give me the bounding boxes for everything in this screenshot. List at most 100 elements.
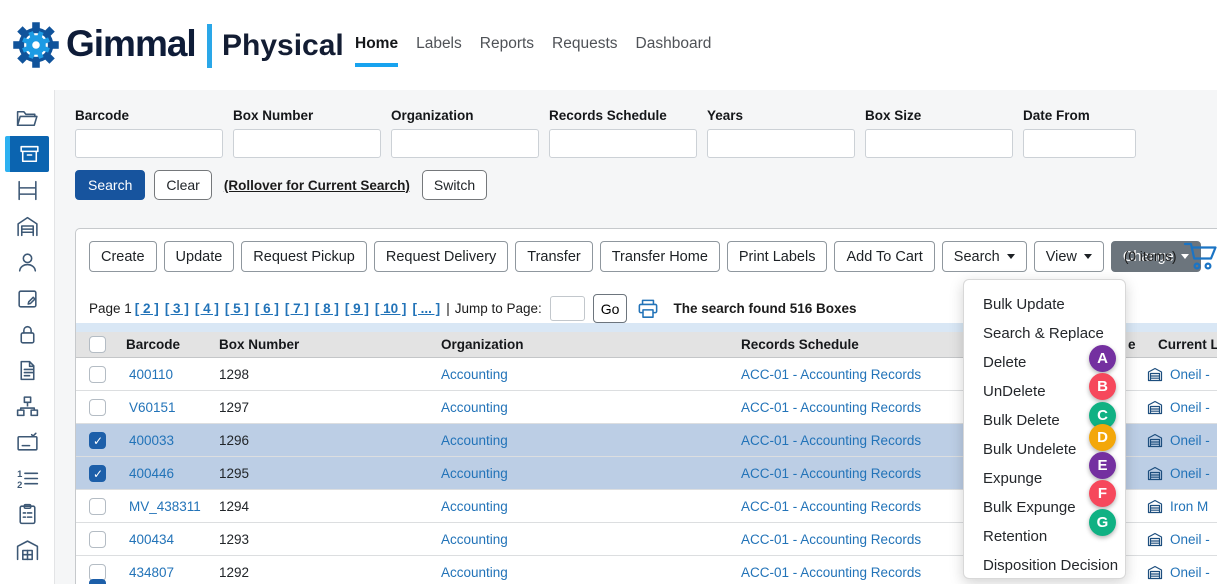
nav-dashboard[interactable]: Dashboard <box>636 35 712 67</box>
sidebar-item-security[interactable] <box>0 316 55 352</box>
organization-link[interactable]: Accounting <box>441 457 508 490</box>
barcode-link[interactable]: 400434 <box>129 523 174 556</box>
records-schedule-input[interactable] <box>549 129 697 158</box>
column-current-location[interactable]: Current Lo <box>1158 332 1217 358</box>
sidebar-item-tasks[interactable] <box>0 496 55 532</box>
box-number-input[interactable] <box>233 129 381 158</box>
records-schedule-link[interactable]: ACC-01 - Accounting Records <box>741 490 921 523</box>
records-schedule-link[interactable]: ACC-01 - Accounting Records <box>741 391 921 424</box>
nav-labels[interactable]: Labels <box>416 35 462 67</box>
location-link[interactable]: Oneil - <box>1170 457 1210 490</box>
page-link-3[interactable]: [ 3 ] <box>165 301 189 316</box>
barcode-link[interactable]: 400033 <box>129 424 174 457</box>
search-dropdown-button[interactable]: Search <box>942 241 1027 272</box>
records-schedule-link[interactable]: ACC-01 - Accounting Records <box>741 523 921 556</box>
row-checkbox[interactable] <box>89 465 106 482</box>
row-checkbox[interactable] <box>89 531 106 548</box>
column-barcode[interactable]: Barcode <box>126 332 180 358</box>
row-checkbox[interactable] <box>89 498 106 515</box>
sidebar-item-hierarchy[interactable] <box>0 388 55 424</box>
select-all-checkbox[interactable] <box>89 336 106 353</box>
row-checkbox[interactable] <box>89 432 106 449</box>
page-link-2[interactable]: [ 2 ] <box>135 301 159 316</box>
transfer-home-button[interactable]: Transfer Home <box>600 241 720 272</box>
nav-requests[interactable]: Requests <box>552 35 617 67</box>
box-number-cell: 1294 <box>219 490 249 523</box>
clear-button[interactable]: Clear <box>154 170 211 200</box>
organization-link[interactable]: Accounting <box>441 358 508 391</box>
sidebar-item-users[interactable] <box>0 244 55 280</box>
nav-reports[interactable]: Reports <box>480 35 534 67</box>
shopping-cart-icon[interactable] <box>1183 241 1217 271</box>
location-link[interactable]: Oneil - <box>1170 358 1210 391</box>
location-link[interactable]: Oneil - <box>1170 391 1210 424</box>
organization-link[interactable]: Accounting <box>441 424 508 457</box>
years-input[interactable] <box>707 129 855 158</box>
sidebar-item-folders[interactable] <box>0 100 55 136</box>
sidebar-item-reports[interactable] <box>0 352 55 388</box>
request-pickup-button[interactable]: Request Pickup <box>241 241 367 272</box>
page-link-8[interactable]: [ 8 ] <box>315 301 339 316</box>
barcode-link[interactable]: 400110 <box>129 358 173 391</box>
column-records-schedule[interactable]: Records Schedule <box>741 332 859 358</box>
jump-to-page-input[interactable] <box>550 296 585 321</box>
location-link[interactable]: Oneil - <box>1170 523 1210 556</box>
page-link-7[interactable]: [ 7 ] <box>285 301 309 316</box>
row-checkbox[interactable] <box>89 366 106 383</box>
update-button[interactable]: Update <box>164 241 235 272</box>
create-button[interactable]: Create <box>89 241 157 272</box>
page-link-6[interactable]: [ 6 ] <box>255 301 279 316</box>
page-link-more[interactable]: [ ... ] <box>412 301 440 316</box>
sidebar-item-boxes[interactable] <box>5 136 49 172</box>
row-checkbox[interactable] <box>89 399 106 416</box>
page-link-4[interactable]: [ 4 ] <box>195 301 219 316</box>
go-button[interactable]: Go <box>593 294 628 323</box>
records-schedule-link[interactable]: ACC-01 - Accounting Records <box>741 358 921 391</box>
page-link-9[interactable]: [ 9 ] <box>345 301 369 316</box>
barcode-link[interactable]: MV_438311 <box>129 490 201 523</box>
transfer-button[interactable]: Transfer <box>515 241 592 272</box>
nav-home[interactable]: Home <box>355 35 398 67</box>
records-schedule-link[interactable]: ACC-01 - Accounting Records <box>741 556 921 584</box>
organization-link[interactable]: Accounting <box>441 490 508 523</box>
sidebar-item-requests[interactable] <box>0 424 55 460</box>
organization-input[interactable] <box>391 129 539 158</box>
callout-badge-b: B <box>1089 373 1116 400</box>
printer-icon[interactable] <box>637 299 659 319</box>
column-organization[interactable]: Organization <box>441 332 524 358</box>
sidebar-item-storage[interactable] <box>0 208 55 244</box>
date-from-input[interactable] <box>1023 129 1136 158</box>
sidebar-item-numbering[interactable]: 12 <box>0 460 55 496</box>
location-link[interactable]: Oneil - <box>1170 556 1210 584</box>
request-delivery-button[interactable]: Request Delivery <box>374 241 508 272</box>
organization-link[interactable]: Accounting <box>441 523 508 556</box>
svg-text:2: 2 <box>17 479 22 489</box>
box-size-input[interactable] <box>865 129 1013 158</box>
print-labels-button[interactable]: Print Labels <box>727 241 828 272</box>
barcode-link[interactable]: 400446 <box>129 457 174 490</box>
add-to-cart-button[interactable]: Add To Cart <box>834 241 934 272</box>
organization-link[interactable]: Accounting <box>441 556 508 584</box>
sidebar-item-shelves[interactable] <box>0 172 55 208</box>
barcode-link[interactable]: 434807 <box>129 556 174 584</box>
rollover-current-search-link[interactable]: (Rollover for Current Search) <box>224 178 410 193</box>
switch-button[interactable]: Switch <box>422 170 487 200</box>
menu-item-disposition-decision[interactable]: Disposition Decision <box>964 551 1125 580</box>
location-link[interactable]: Oneil - <box>1170 424 1210 457</box>
menu-item-bulk-update[interactable]: Bulk Update <box>964 290 1125 319</box>
barcode-link[interactable]: V60151 <box>129 391 176 424</box>
menu-item-search-replace[interactable]: Search & Replace <box>964 319 1125 348</box>
search-button[interactable]: Search <box>75 170 145 200</box>
page-link-5[interactable]: [ 5 ] <box>225 301 249 316</box>
organization-link[interactable]: Accounting <box>441 391 508 424</box>
partial-row-checkbox[interactable] <box>89 579 106 584</box>
view-dropdown-button[interactable]: View <box>1034 241 1104 272</box>
page-link-10[interactable]: [ 10 ] <box>375 301 407 316</box>
records-schedule-link[interactable]: ACC-01 - Accounting Records <box>741 457 921 490</box>
records-schedule-link[interactable]: ACC-01 - Accounting Records <box>741 424 921 457</box>
sidebar-item-schedule[interactable] <box>0 280 55 316</box>
barcode-input[interactable] <box>75 129 223 158</box>
column-box-number[interactable]: Box Number <box>219 332 299 358</box>
location-link[interactable]: Iron M <box>1170 490 1208 523</box>
sidebar-item-warehouse[interactable] <box>0 532 55 568</box>
